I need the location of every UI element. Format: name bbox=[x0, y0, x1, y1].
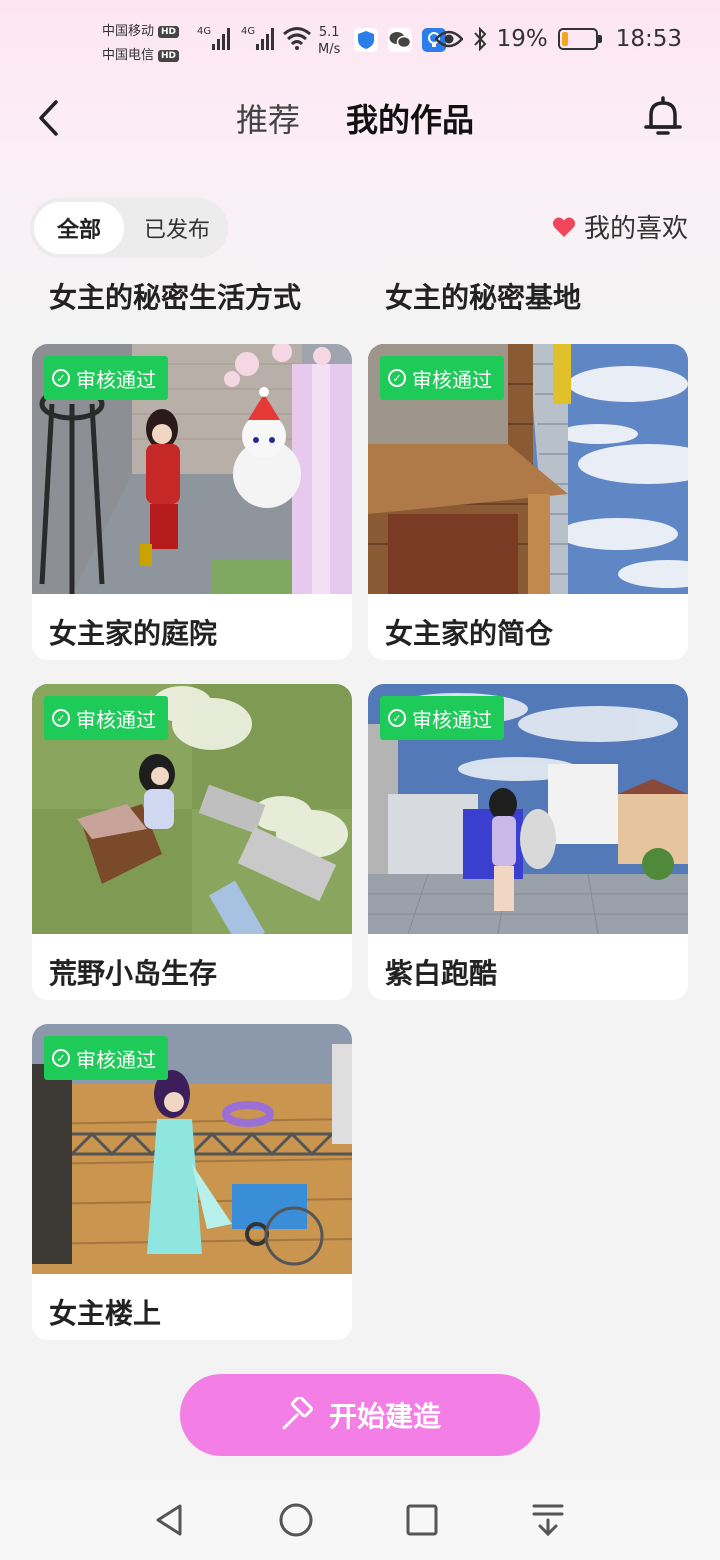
notification-icons bbox=[354, 28, 446, 52]
status-bar: 中国移动 HD 中国电信 HD 4G 4G 5.1 M/s 19% 18:53 bbox=[0, 0, 720, 80]
eye-icon bbox=[434, 30, 463, 48]
wifi-icon bbox=[283, 27, 311, 50]
home-circle-icon[interactable] bbox=[276, 1500, 316, 1540]
battery-icon bbox=[557, 28, 602, 50]
battery-percent: 19% bbox=[496, 26, 548, 52]
work-title: 女主楼上 bbox=[49, 1297, 162, 1330]
approved-badge-label: 审核通过 bbox=[76, 367, 156, 392]
approved-badge: ✓ 审核通过 bbox=[44, 356, 168, 400]
network-speed: 5.1 M/s bbox=[318, 24, 340, 58]
bluetooth-icon bbox=[473, 27, 486, 51]
approved-badge-label: 审核通过 bbox=[76, 707, 156, 732]
approved-badge: ✓ 审核通过 bbox=[380, 356, 504, 400]
approved-badge: ✓ 审核通过 bbox=[380, 696, 504, 740]
system-navigation-bar bbox=[0, 1480, 720, 1560]
work-title-partial[interactable]: 女主的秘密基地 bbox=[385, 276, 581, 316]
network-type-2: 4G bbox=[241, 26, 256, 37]
signal-icon bbox=[256, 28, 274, 50]
approved-badge: ✓ 审核通过 bbox=[44, 1036, 168, 1080]
work-title: 紫白跑酷 bbox=[385, 957, 498, 990]
shield-icon bbox=[354, 28, 378, 52]
filter-all-button[interactable]: 全部 bbox=[34, 202, 124, 254]
tab-recommended[interactable]: 推荐 bbox=[236, 98, 300, 142]
hd-badge: HD bbox=[158, 26, 180, 38]
wechat-icon bbox=[388, 28, 412, 52]
carrier-1: 中国移动 bbox=[102, 24, 155, 39]
filter-published-button[interactable]: 已发布 bbox=[130, 202, 224, 254]
signal-icon bbox=[212, 28, 230, 50]
bell-icon bbox=[644, 96, 682, 135]
carrier-2: 中国电信 bbox=[102, 48, 155, 63]
battery-fill bbox=[561, 32, 568, 46]
speed-unit: M/s bbox=[318, 42, 341, 57]
favorites-label: 我的喜欢 bbox=[583, 214, 688, 244]
recents-square-icon[interactable] bbox=[402, 1500, 442, 1540]
notification-pull-icon[interactable] bbox=[528, 1500, 568, 1540]
work-card[interactable]: ✓ 审核通过 女主家的简仓 bbox=[368, 344, 688, 660]
clock: 18:53 bbox=[615, 26, 682, 52]
work-card[interactable]: ✓ 审核通过 荒野小岛生存 bbox=[32, 684, 352, 1000]
approved-badge-label: 审核通过 bbox=[412, 707, 492, 732]
approved-badge: ✓ 审核通过 bbox=[44, 696, 168, 740]
hammer-icon bbox=[282, 1397, 313, 1430]
work-card[interactable]: ✓ 审核通过 女主家的庭院 bbox=[32, 344, 352, 660]
work-card[interactable]: ✓ 审核通过 紫白跑酷 bbox=[368, 684, 688, 1000]
right-status: 19% 18:53 bbox=[434, 26, 682, 52]
check-circle-icon: ✓ bbox=[388, 709, 406, 727]
work-title: 荒野小岛生存 bbox=[49, 957, 218, 990]
start-building-label: 开始建造 bbox=[328, 1400, 441, 1433]
work-title-partial[interactable]: 女主的秘密生活方式 bbox=[49, 276, 301, 316]
start-building-button[interactable]: 开始建造 bbox=[180, 1374, 540, 1456]
work-title: 女主家的简仓 bbox=[385, 617, 554, 650]
hd-badge: HD bbox=[158, 50, 180, 62]
back-button[interactable] bbox=[28, 96, 68, 140]
heart-icon bbox=[552, 217, 576, 237]
tab-my-works[interactable]: 我的作品 bbox=[346, 98, 474, 142]
speed-value: 5.1 bbox=[318, 25, 340, 40]
back-triangle-icon[interactable] bbox=[150, 1500, 190, 1540]
check-circle-icon: ✓ bbox=[52, 709, 70, 727]
check-circle-icon: ✓ bbox=[52, 369, 70, 387]
carrier-info: 中国移动 HD 中国电信 HD bbox=[102, 20, 180, 68]
work-card[interactable]: ✓ 审核通过 女主楼上 bbox=[32, 1024, 352, 1340]
approved-badge-label: 审核通过 bbox=[412, 367, 492, 392]
notifications-button[interactable] bbox=[640, 94, 686, 140]
approved-badge-label: 审核通过 bbox=[76, 1047, 156, 1072]
favorites-button[interactable]: 我的喜欢 bbox=[552, 208, 688, 245]
chevron-left-icon bbox=[39, 100, 58, 136]
work-title: 女主家的庭院 bbox=[49, 617, 218, 650]
network-type-1: 4G bbox=[197, 26, 212, 37]
check-circle-icon: ✓ bbox=[388, 369, 406, 387]
check-circle-icon: ✓ bbox=[52, 1049, 70, 1067]
